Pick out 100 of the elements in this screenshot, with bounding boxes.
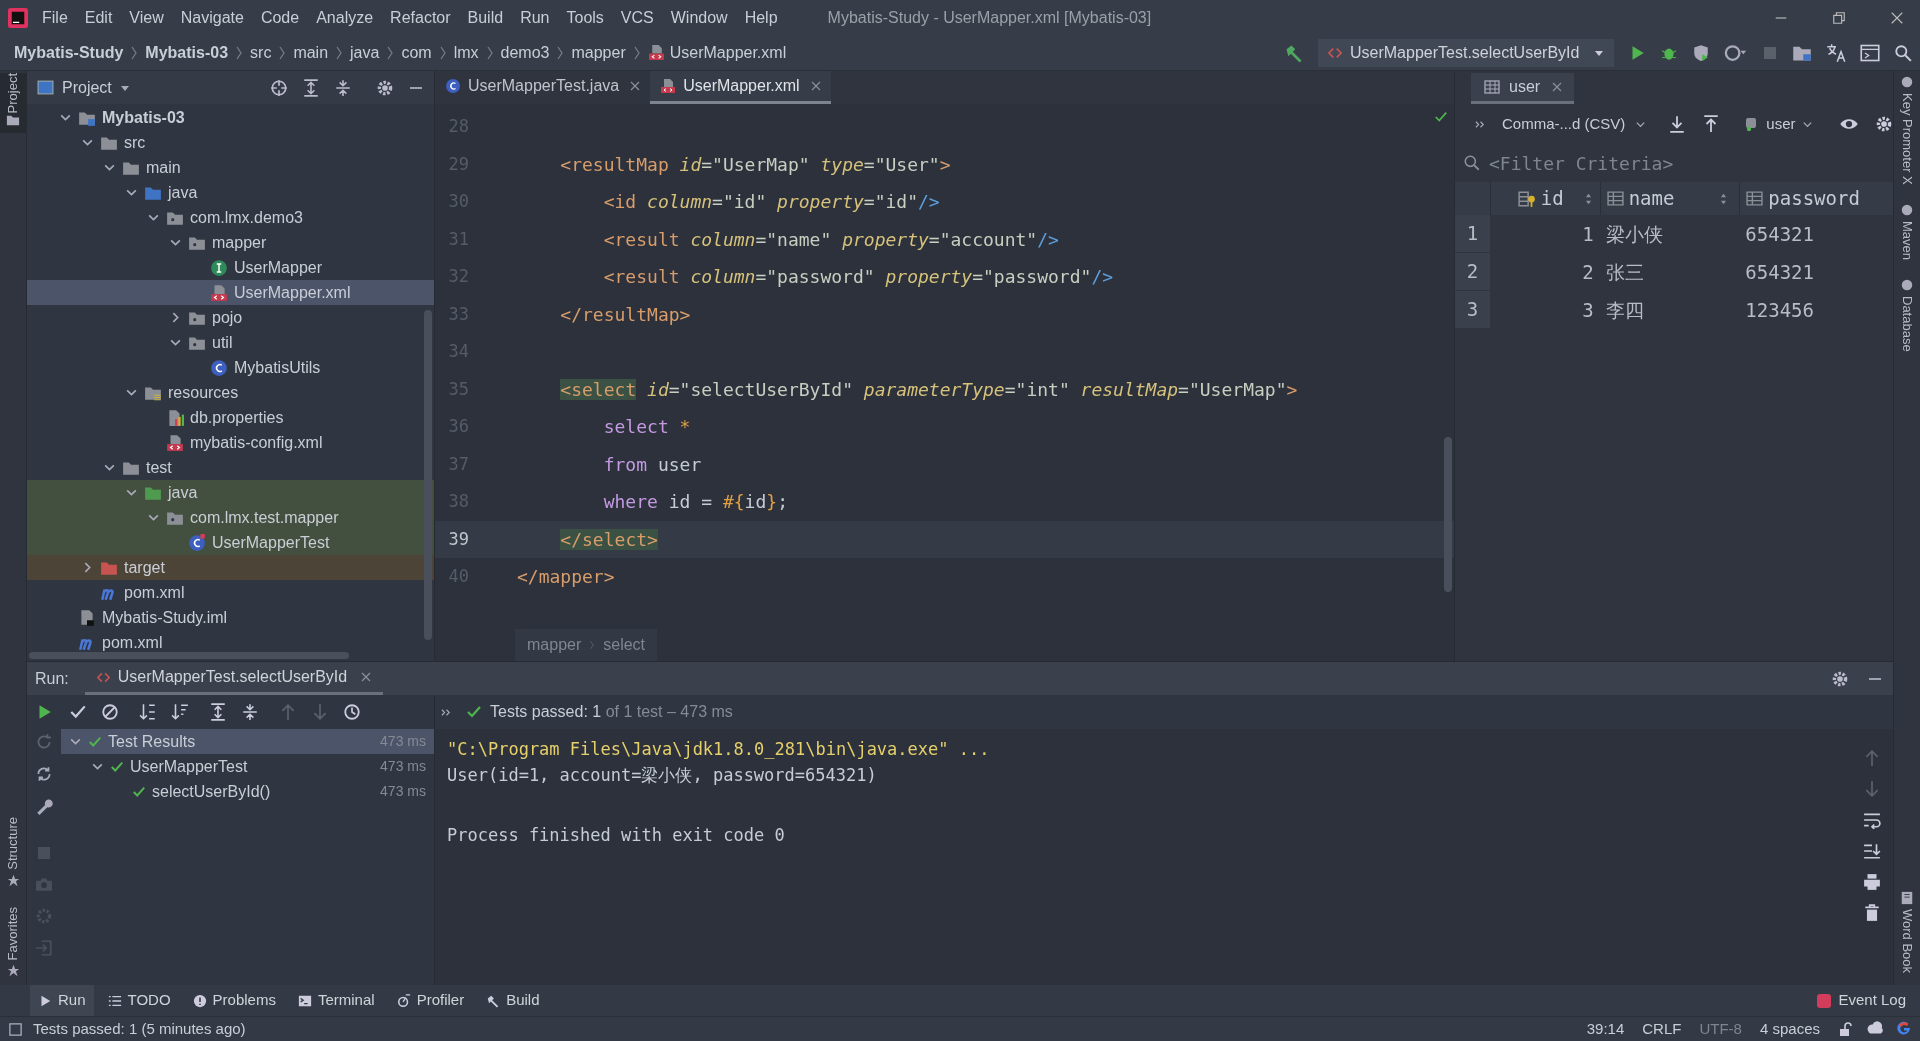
filter-field[interactable]: <Filter Criteria> xyxy=(1489,149,1893,177)
checkmark-icon[interactable] xyxy=(1434,110,1448,124)
menu-item[interactable]: Edit xyxy=(84,5,113,30)
close-icon[interactable] xyxy=(1890,10,1904,25)
breadcrumb[interactable]: src xyxy=(250,40,272,65)
menu-item[interactable]: Navigate xyxy=(180,5,244,30)
breadcrumb[interactable]: main xyxy=(293,40,329,65)
crosshair-icon[interactable] xyxy=(270,78,288,97)
close-icon[interactable] xyxy=(810,81,821,91)
download-icon[interactable] xyxy=(1668,115,1687,133)
checkmark-icon[interactable] xyxy=(69,703,87,721)
editor-tab[interactable]: UserMapper.xml xyxy=(650,71,831,104)
run-configuration-dropdown[interactable]: UserMapperTest.selectUserById xyxy=(1318,38,1614,67)
table-cell[interactable]: 654321 xyxy=(1739,257,1893,287)
menu-item[interactable]: Analyze xyxy=(316,5,374,30)
status-item[interactable]: 4 spaces xyxy=(1759,1017,1820,1041)
breadcrumb[interactable]: UserMapper.xml xyxy=(669,40,787,65)
tool-window-button[interactable]: Key Promoter X xyxy=(1895,93,1919,185)
tool-window-button[interactable]: Word Book xyxy=(1895,908,1919,973)
folder-icon[interactable] xyxy=(6,113,20,128)
tool-icon[interactable] xyxy=(1900,277,1914,292)
tool-window-button[interactable]: Favorites xyxy=(0,906,27,960)
breadcrumb[interactable]: com xyxy=(401,40,432,65)
menu-item[interactable]: Help xyxy=(744,5,778,30)
tool-icon[interactable] xyxy=(1900,202,1914,217)
printer-icon[interactable] xyxy=(1863,873,1881,891)
row-number[interactable]: 1 xyxy=(1455,215,1490,253)
breadcrumb[interactable]: java xyxy=(350,40,380,65)
tree-item[interactable]: java xyxy=(27,480,434,505)
tree-item[interactable]: UserMapper.xml xyxy=(27,280,434,305)
sort-icon[interactable] xyxy=(171,703,189,721)
tree-item[interactable]: com.lmx.demo3 xyxy=(27,205,434,230)
menu-item[interactable]: Code xyxy=(260,5,300,30)
tree-item[interactable]: pojo xyxy=(27,305,434,330)
close-icon[interactable] xyxy=(361,672,372,682)
table-cell[interactable]: 1 xyxy=(1489,219,1600,249)
tool-window-tab[interactable]: Terminal xyxy=(289,985,383,1016)
menu-item[interactable]: Refactor xyxy=(390,5,451,30)
menu-item[interactable]: Tools xyxy=(566,5,604,30)
breadcrumb[interactable]: Mybatis-Study xyxy=(14,40,124,65)
wrap-icon[interactable] xyxy=(1863,811,1881,829)
breadcrumb[interactable]: mapper xyxy=(571,40,626,65)
more-icon[interactable] xyxy=(1475,118,1486,130)
row-number[interactable]: 3 xyxy=(1455,291,1490,329)
table-cell[interactable]: 123456 xyxy=(1739,295,1893,325)
table-tab[interactable]: user xyxy=(1471,73,1575,104)
tree-item[interactable]: Mybatis-03 xyxy=(27,105,434,130)
trash-icon[interactable] xyxy=(1863,904,1881,922)
book-icon[interactable] xyxy=(1900,890,1914,905)
tree-item[interactable]: util xyxy=(27,330,434,355)
square-icon[interactable] xyxy=(8,1021,23,1037)
translate-icon[interactable] xyxy=(1826,42,1846,63)
editor-tab[interactable]: UserMapperTest.java xyxy=(435,71,651,104)
status-item[interactable]: CRLF xyxy=(1642,1017,1682,1041)
menu-item[interactable]: VCS xyxy=(620,5,654,30)
close-icon[interactable] xyxy=(630,81,641,91)
tree-item[interactable]: main xyxy=(27,155,434,180)
collapse-all-icon[interactable] xyxy=(334,78,352,97)
tree-item[interactable]: target xyxy=(27,555,434,580)
table-cell[interactable]: 2 xyxy=(1489,257,1600,287)
search-icon[interactable] xyxy=(1894,43,1912,62)
panel-title[interactable]: Project xyxy=(62,75,112,100)
table-selector[interactable]: user xyxy=(1744,112,1813,136)
wrench-icon[interactable] xyxy=(35,797,53,815)
table-cell[interactable]: 654321 xyxy=(1739,219,1893,249)
tool-icon[interactable] xyxy=(1900,75,1914,89)
test-result-item[interactable]: UserMapperTest 473 ms xyxy=(61,754,434,779)
tree-item[interactable]: pom.xml xyxy=(27,580,434,605)
scrollbar[interactable] xyxy=(424,310,432,640)
event-log-icon[interactable] xyxy=(1816,992,1833,1009)
menu-item[interactable]: Run xyxy=(520,5,550,30)
tree-item[interactable]: db.properties xyxy=(27,405,434,430)
prohibited-icon[interactable] xyxy=(101,703,119,721)
tool-window-tab[interactable]: Build xyxy=(478,985,548,1016)
tree-item[interactable]: UserMapper xyxy=(27,255,434,280)
table-cell[interactable]: 梁小侠 xyxy=(1599,219,1740,249)
tree-item[interactable]: UserMapperTest xyxy=(27,530,434,555)
tree-item[interactable]: mapper xyxy=(27,230,434,255)
sort-icon[interactable] xyxy=(139,703,157,721)
collapse-all-icon[interactable] xyxy=(241,703,259,721)
test-result-item[interactable]: Test Results 473 ms xyxy=(61,729,434,754)
tool-window-tab[interactable]: Run xyxy=(30,985,94,1016)
menu-item[interactable]: View xyxy=(129,5,164,30)
sort-icon[interactable] xyxy=(1720,192,1728,205)
table-cell[interactable]: 张三 xyxy=(1599,257,1740,287)
table-cell[interactable]: 李四 xyxy=(1599,295,1740,325)
refresh-icon[interactable] xyxy=(35,765,53,783)
tree-item[interactable]: resources xyxy=(27,380,434,405)
breadcrumb[interactable]: lmx xyxy=(453,40,479,65)
breadcrumb[interactable]: Mybatis-03 xyxy=(145,40,229,65)
restore-icon[interactable] xyxy=(1832,10,1846,25)
tool-window-tab[interactable]: TODO xyxy=(99,985,179,1016)
tool-window-button[interactable]: Maven xyxy=(1895,220,1919,260)
lock-icon[interactable] xyxy=(1838,1021,1854,1037)
tree-item[interactable]: com.lmx.test.mapper xyxy=(27,505,434,530)
test-result-item[interactable]: selectUserById() 473 ms xyxy=(61,779,434,804)
expand-all-icon[interactable] xyxy=(302,78,320,97)
event-log-button[interactable]: Event Log xyxy=(1838,989,1906,1012)
tree-item[interactable]: pom.xml xyxy=(27,630,434,655)
star-icon[interactable] xyxy=(6,873,20,887)
